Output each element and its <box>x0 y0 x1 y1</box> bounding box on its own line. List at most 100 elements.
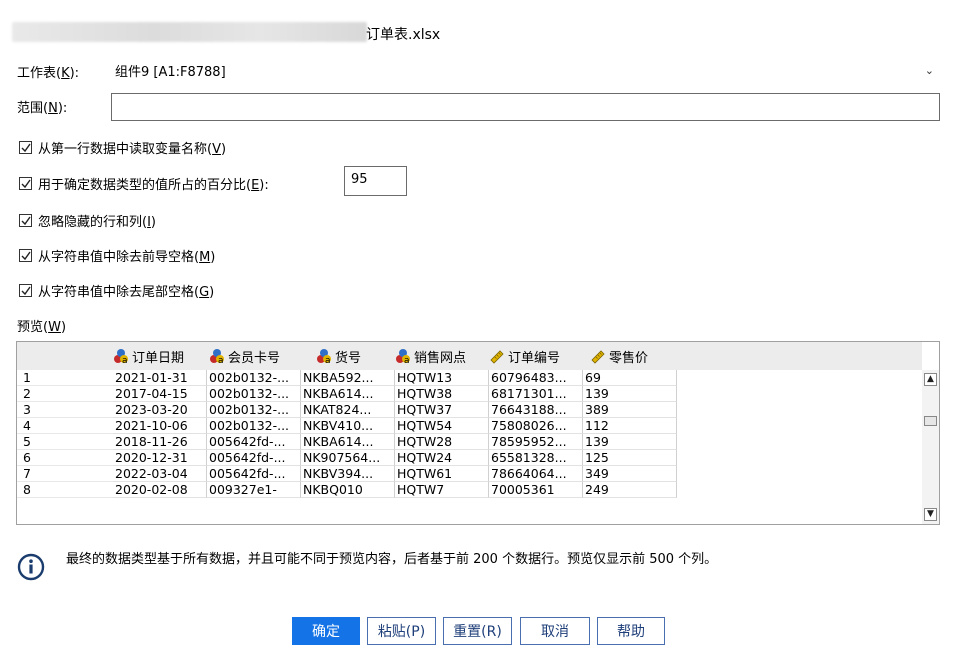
help-button[interactable]: 帮助 <box>597 617 665 645</box>
column-header[interactable]: 零售价 <box>590 347 648 366</box>
string-variable-icon: a <box>396 349 410 364</box>
table-cell: 009327e1- <box>207 482 301 498</box>
table-cell: NKBA592... <box>301 370 395 386</box>
row-number: 7 <box>17 466 113 482</box>
option-read-variable-names[interactable]: 从第一行数据中读取变量名称(V) <box>19 138 226 157</box>
table-cell: 2020-12-31 <box>113 450 207 466</box>
checkbox-percent-values[interactable] <box>19 177 32 190</box>
option-label: 从字符串值中除去前导空格(M) <box>38 250 216 265</box>
table-cell: NK907564... <box>301 450 395 466</box>
option-strip-leading[interactable]: 从字符串值中除去前导空格(M) <box>19 246 215 265</box>
table-cell: 002b0132-... <box>207 402 301 418</box>
grid-header: a 订单日期 a 会员卡号 a 货号 a 销售网点 订单编号 零售价 <box>17 342 922 370</box>
table-cell: HQTW7 <box>395 482 489 498</box>
table-row[interactable]: 4 2021-10-06 002b0132-... NKBV410... HQTW54 7… <box>17 418 677 434</box>
table-row[interactable]: 2 2017-04-15 002b0132-... NKBA614... HQTW38 6… <box>17 386 677 402</box>
table-row[interactable]: 3 2023-03-20 002b0132-... NKAT824... HQTW37 7… <box>17 402 677 418</box>
checkbox-ignore-hidden[interactable] <box>19 214 32 227</box>
worksheet-label: 工作表(K): <box>17 66 80 81</box>
scale-variable-icon <box>591 350 605 364</box>
table-cell: 60796483... <box>489 370 583 386</box>
string-variable-icon: a <box>114 349 128 364</box>
preview-grid[interactable]: a 订单日期 a 会员卡号 a 货号 a 销售网点 订单编号 零售价 1 2021… <box>16 341 940 525</box>
chevron-down-icon: ⌄ <box>924 63 934 77</box>
svg-text:a: a <box>218 356 224 364</box>
table-row[interactable]: 5 2018-11-26 005642fd-... NKBA614... HQTW28 7… <box>17 434 677 450</box>
cancel-button[interactable]: 取消 <box>520 617 590 645</box>
option-label: 用于确定数据类型的值所占的百分比(E): <box>38 178 269 193</box>
checkbox-strip-leading[interactable] <box>19 249 32 262</box>
row-number: 3 <box>17 402 113 418</box>
paste-button[interactable]: 粘贴(P) <box>367 617 436 645</box>
table-cell: 78595952... <box>489 434 583 450</box>
table-cell: 002b0132-... <box>207 370 301 386</box>
checkbox-strip-trailing[interactable] <box>19 284 32 297</box>
string-variable-icon: a <box>317 349 331 364</box>
table-cell: 2017-04-15 <box>113 386 207 402</box>
file-path-redacted <box>12 22 367 42</box>
table-cell: 68171301... <box>489 386 583 402</box>
option-ignore-hidden[interactable]: 忽略隐藏的行和列(I) <box>19 211 156 230</box>
column-header[interactable]: a 订单日期 <box>113 347 184 366</box>
table-row[interactable]: 1 2021-01-31 002b0132-... NKBA592... HQTW13 6… <box>17 370 677 386</box>
table-cell: NKBV410... <box>301 418 395 434</box>
table-row[interactable]: 8 2020-02-08 009327e1- NKBQ010 HQTW7 70005361… <box>17 482 677 498</box>
table-cell: 005642fd-... <box>207 466 301 482</box>
string-variable-icon: a <box>210 349 224 364</box>
table-cell: 349 <box>583 466 677 482</box>
table-cell: NKBV394... <box>301 466 395 482</box>
worksheet-select[interactable]: 组件9 [A1:F8788] ⌄ <box>109 57 940 83</box>
table-cell: 005642fd-... <box>207 434 301 450</box>
table-cell: 70005361 <box>489 482 583 498</box>
table-cell: 125 <box>583 450 677 466</box>
range-input[interactable] <box>111 93 940 121</box>
svg-text:a: a <box>325 356 331 364</box>
row-number: 1 <box>17 370 113 386</box>
table-row[interactable]: 6 2020-12-31 005642fd-... NK907564... HQTW24… <box>17 450 677 466</box>
table-cell: NKBA614... <box>301 434 395 450</box>
percent-input[interactable]: 95 <box>344 166 407 196</box>
column-header[interactable]: a 销售网点 <box>395 347 466 366</box>
table-cell: 2018-11-26 <box>113 434 207 450</box>
scroll-thumb[interactable] <box>924 416 937 426</box>
scroll-down-icon[interactable]: ▼ <box>924 508 937 521</box>
option-label: 忽略隐藏的行和列(I) <box>38 215 156 230</box>
worksheet-value: 组件9 [A1:F8788] <box>115 64 226 80</box>
ok-button[interactable]: 确定 <box>292 617 360 645</box>
row-number: 8 <box>17 482 113 498</box>
table-cell: HQTW13 <box>395 370 489 386</box>
option-label: 从字符串值中除去尾部空格(G) <box>38 285 215 300</box>
row-number: 6 <box>17 450 113 466</box>
table-cell: 002b0132-... <box>207 386 301 402</box>
option-percent-values[interactable]: 用于确定数据类型的值所占的百分比(E): <box>19 174 269 193</box>
option-strip-trailing[interactable]: 从字符串值中除去尾部空格(G) <box>19 281 214 300</box>
table-cell: 002b0132-... <box>207 418 301 434</box>
table-cell: HQTW28 <box>395 434 489 450</box>
table-cell: NKBA614... <box>301 386 395 402</box>
table-cell: HQTW54 <box>395 418 489 434</box>
info-icon <box>17 553 45 581</box>
table-cell: 69 <box>583 370 677 386</box>
table-cell: HQTW37 <box>395 402 489 418</box>
table-cell: 65581328... <box>489 450 583 466</box>
table-cell: HQTW24 <box>395 450 489 466</box>
vertical-scrollbar[interactable]: ▲ ▼ <box>922 370 939 524</box>
table-row[interactable]: 7 2022-03-04 005642fd-... NKBV394... HQTW61 7… <box>17 466 677 482</box>
scroll-up-icon[interactable]: ▲ <box>924 373 937 386</box>
table-cell: 2022-03-04 <box>113 466 207 482</box>
table-cell: HQTW38 <box>395 386 489 402</box>
row-number: 2 <box>17 386 113 402</box>
option-label: 从第一行数据中读取变量名称(V) <box>38 142 227 157</box>
svg-text:a: a <box>404 356 410 364</box>
column-header[interactable]: a 货号 <box>316 347 361 366</box>
reset-button[interactable]: 重置(R) <box>443 617 512 645</box>
table-cell: 005642fd-... <box>207 450 301 466</box>
checkbox-read-variable-names[interactable] <box>19 141 32 154</box>
column-header[interactable]: 订单编号 <box>489 347 560 366</box>
table-cell: 389 <box>583 402 677 418</box>
column-header[interactable]: a 会员卡号 <box>209 347 280 366</box>
table-cell: NKBQ010 <box>301 482 395 498</box>
table-cell: 2023-03-20 <box>113 402 207 418</box>
row-number: 4 <box>17 418 113 434</box>
table-cell: 249 <box>583 482 677 498</box>
